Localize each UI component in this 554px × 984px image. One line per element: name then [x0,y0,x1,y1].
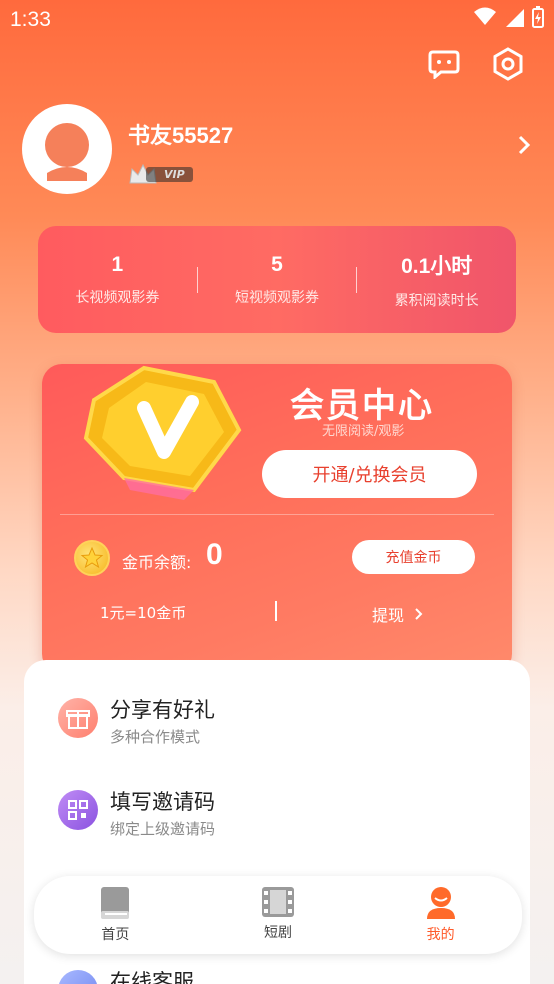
chat-button[interactable] [424,44,464,84]
rate-divider [275,601,277,621]
settings-button[interactable] [488,44,528,84]
menu-item-share[interactable]: 分享有好礼 多种合作模式 [58,694,498,758]
vip-badge-label: VIP [146,166,193,182]
profile-icon [426,887,455,919]
coin-balance-value: 0 [206,538,223,571]
battery-icon [532,6,544,28]
stat-value: 1 [111,252,124,276]
status-bar: 1:33 [0,0,554,40]
vip-badge: VIP [128,162,193,186]
avatar[interactable] [22,104,112,194]
tab-home[interactable]: 首页 [34,876,197,954]
menu-item-subtitle: 多种合作模式 [110,728,201,746]
stat-value: 5 [271,252,283,276]
username: 书友55527 [128,123,234,148]
coin-icon [74,540,110,576]
stat-reading-time[interactable]: 0.1小时 累积阅读时长 [357,250,516,310]
qr-glyph [68,800,88,820]
vip-card-subtitle: 无限阅读/观影 [322,424,405,439]
menu-item-invite-code[interactable]: 填写邀请码 绑定上级邀请码 [58,786,498,850]
stat-value: 0.1小时 [401,254,473,278]
qr-code-icon [58,790,98,830]
withdraw-label: 提现 [372,606,405,625]
stat-label: 累积阅读时长 [394,292,479,309]
settings-hex-icon [493,47,523,81]
menu-item-title: 在线客服 [110,970,194,984]
open-vip-button[interactable]: 开通/兑换会员 [262,450,477,498]
menu-item-title: 填写邀请码 [110,790,215,814]
support-icon [58,970,98,984]
status-icons [474,6,544,28]
tab-mine[interactable]: 我的 [359,876,522,954]
withdraw-link[interactable]: 提现 [372,602,424,626]
tab-label: 首页 [101,927,130,943]
chat-icon [428,50,460,79]
bottom-tab-bar: 首页 短剧 我的 [34,876,522,954]
tab-short-drama[interactable]: 短剧 [197,876,360,954]
vip-center-card: 会员中心 无限阅读/观影 开通/兑换会员 金币余额: 0 充值金币 1元=10金… [42,364,512,674]
gift-glyph [66,710,90,729]
book-icon [101,887,130,919]
recharge-button[interactable]: 充值金币 [352,540,475,574]
wifi-icon [474,7,496,25]
exchange-rate: 1元=10金币 [100,604,187,622]
stat-label: 短视频观影券 [235,289,319,306]
status-time: 1:33 [10,8,51,31]
film-icon [262,887,294,917]
signal-icon [506,9,524,27]
chevron-right-icon [415,608,423,620]
vip-diamond-icon [83,365,242,500]
coin-balance-label: 金币余额: [122,553,192,572]
tab-label: 我的 [426,927,455,943]
menu-item-title: 分享有好礼 [110,698,215,722]
menu-item-subtitle: 绑定上级邀请码 [110,820,216,838]
header-actions [424,44,528,84]
menu-item-support[interactable]: 在线客服 [58,966,498,984]
star-icon [80,546,104,569]
stat-label: 长视频观影券 [75,289,160,306]
vip-card-divider [60,514,494,515]
tab-label: 短剧 [264,925,292,941]
avatar-figure-icon [45,123,89,181]
stat-long-video[interactable]: 1 长视频观影券 [38,253,197,307]
gift-icon [58,698,98,738]
stats-card: 1 长视频观影券 5 短视频观影券 0.1小时 累积阅读时长 [38,226,516,333]
profile-header[interactable]: 书友55527 VIP [22,104,532,196]
chevron-right-icon[interactable] [516,134,532,156]
stat-short-video[interactable]: 5 短视频观影券 [198,253,357,307]
